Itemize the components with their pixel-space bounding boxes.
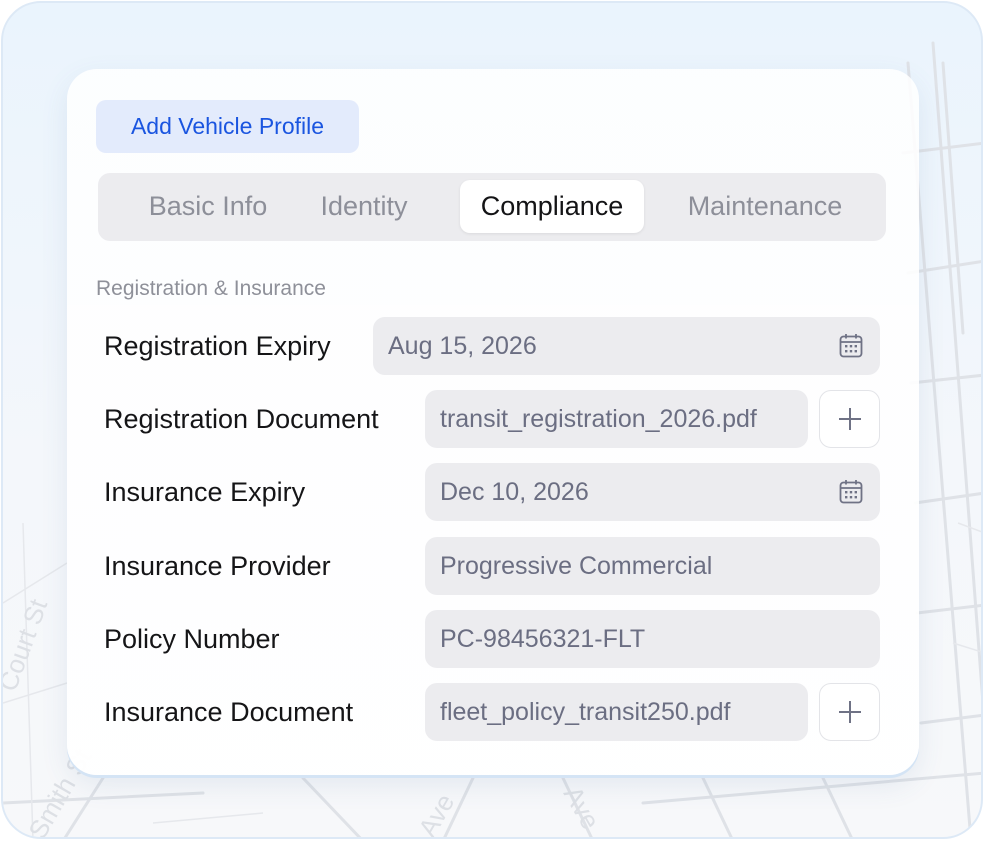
policy-number-label: Policy Number <box>104 623 280 654</box>
add-registration-document-button[interactable] <box>819 390 880 448</box>
calendar-icon[interactable] <box>839 333 863 358</box>
registration-document-label: Registration Document <box>104 403 379 434</box>
insurance-provider-value: Progressive Commercial <box>440 551 713 580</box>
registration-expiry-field[interactable]: Aug 15, 2026 <box>373 317 880 375</box>
insurance-provider-label: Insurance Provider <box>104 550 331 581</box>
insurance-document-label: Insurance Document <box>104 696 354 727</box>
add-vehicle-profile-button[interactable]: Add Vehicle Profile <box>96 100 359 153</box>
registration-expiry-label: Registration Expiry <box>104 330 331 361</box>
registration-expiry-value: Aug 15, 2026 <box>388 331 537 360</box>
insurance-document-field[interactable]: fleet_policy_transit250.pdf <box>425 683 808 741</box>
add-insurance-document-button[interactable] <box>819 683 880 741</box>
calendar-icon[interactable] <box>839 479 863 504</box>
street-label: Ave <box>558 781 606 834</box>
registration-document-value: transit_registration_2026.pdf <box>440 404 757 433</box>
tab-maintenance[interactable]: Maintenance <box>670 180 860 233</box>
tab-basic-info[interactable]: Basic Info <box>132 180 284 233</box>
insurance-expiry-field[interactable]: Dec 10, 2026 <box>425 463 880 521</box>
registration-document-field[interactable]: transit_registration_2026.pdf <box>425 390 808 448</box>
insurance-expiry-value: Dec 10, 2026 <box>440 477 589 506</box>
tab-identity[interactable]: Identity <box>302 180 426 233</box>
insurance-expiry-label: Insurance Expiry <box>104 476 306 507</box>
street-label: Ave <box>412 789 460 839</box>
policy-number-value: PC-98456321-FLT <box>440 624 646 653</box>
plus-icon <box>838 701 861 723</box>
tab-compliance[interactable]: Compliance <box>460 180 644 233</box>
insurance-document-value: fleet_policy_transit250.pdf <box>440 697 731 726</box>
section-title: Registration & Insurance <box>96 277 326 300</box>
plus-icon <box>838 408 861 430</box>
tab-bar: Basic Info Identity Compliance Maintenan… <box>98 173 886 241</box>
insurance-provider-field[interactable]: Progressive Commercial <box>425 537 880 595</box>
policy-number-field[interactable]: PC-98456321-FLT <box>425 610 880 668</box>
